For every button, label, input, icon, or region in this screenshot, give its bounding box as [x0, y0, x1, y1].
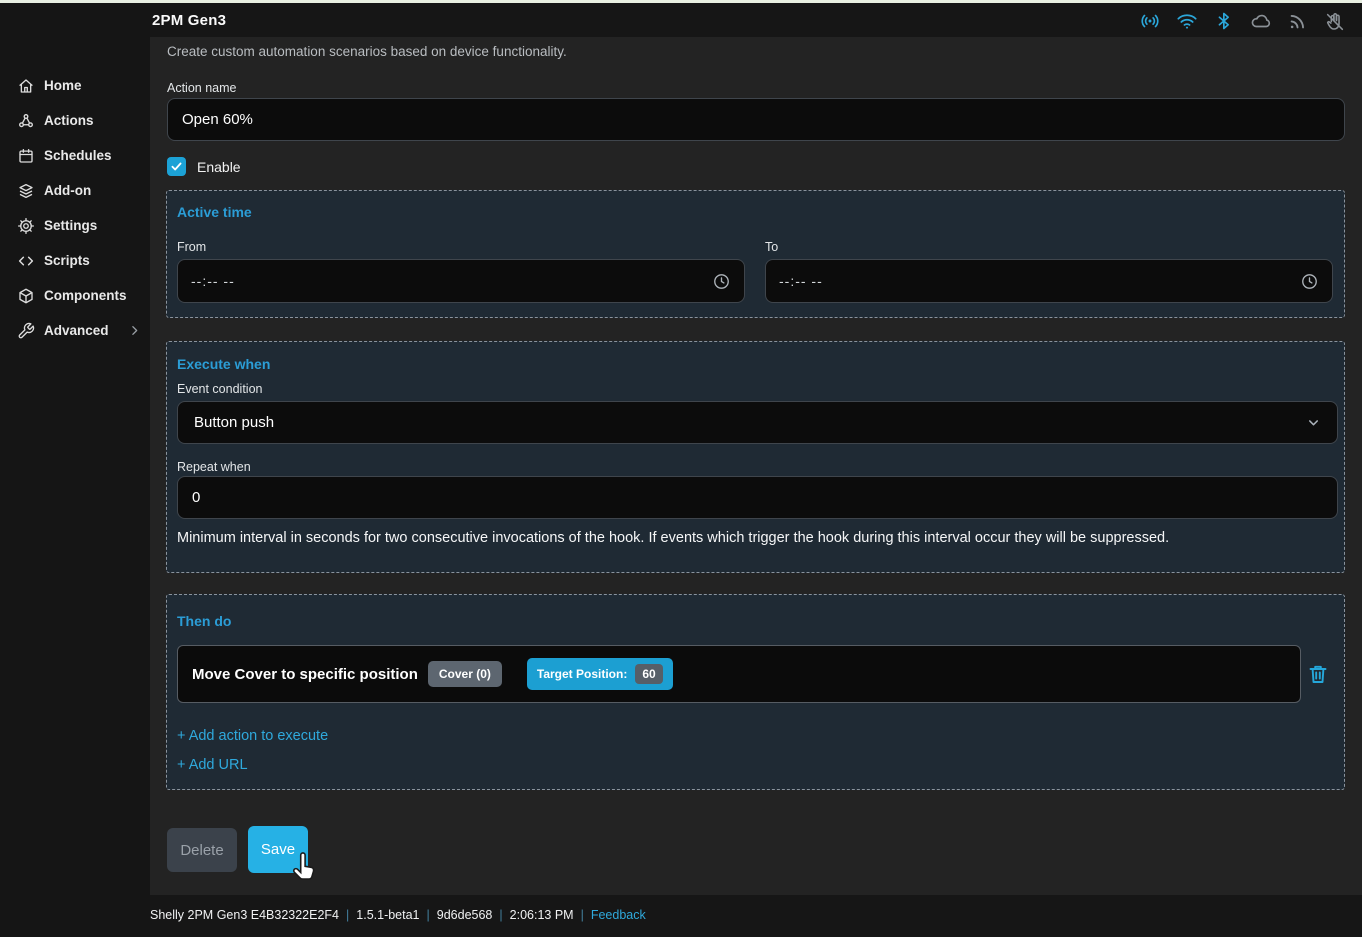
add-url-link[interactable]: + Add URL	[177, 757, 248, 773]
browser-edge-strip	[0, 0, 1362, 3]
delete-button[interactable]: Delete	[167, 828, 237, 872]
target-position-badge-label: Target Position:	[537, 667, 627, 681]
repeat-when-input[interactable]: 0	[177, 476, 1338, 519]
repeat-when-value: 0	[192, 489, 200, 506]
sidebar-item-actions[interactable]: Actions	[0, 103, 150, 138]
sidebar-nav: Home Actions Schedules	[0, 68, 150, 348]
enable-label: Enable	[197, 159, 241, 175]
action-name-label: Action name	[167, 81, 236, 95]
clock-icon[interactable]	[1300, 272, 1319, 291]
action-name-input[interactable]: Open 60%	[167, 98, 1345, 141]
page-title: 2PM Gen3	[152, 12, 226, 29]
touch-disabled-icon	[1324, 10, 1346, 32]
chevron-right-icon	[128, 324, 141, 337]
from-label: From	[177, 240, 745, 254]
footer: Shelly 2PM Gen3 E4B32322E2F4 | 1.5.1-bet…	[150, 908, 646, 922]
to-time-input[interactable]: --:-- --	[765, 259, 1333, 303]
action-row-label: Move Cover to specific position	[192, 666, 418, 683]
wrench-icon	[17, 322, 35, 340]
code-icon	[17, 252, 35, 270]
trash-icon	[1306, 662, 1330, 686]
enable-row: Enable	[167, 157, 241, 176]
check-icon	[170, 160, 183, 173]
bluetooth-icon	[1213, 10, 1235, 32]
sidebar-item-label: Components	[44, 288, 127, 303]
sidebar-item-addon[interactable]: Add-on	[0, 173, 150, 208]
gear-icon	[17, 217, 35, 235]
sidebar-item-scripts[interactable]: Scripts	[0, 243, 150, 278]
sidebar-item-settings[interactable]: Settings	[0, 208, 150, 243]
sidebar-item-components[interactable]: Components	[0, 278, 150, 313]
repeat-when-label: Repeat when	[177, 460, 251, 474]
from-time-input[interactable]: --:-- --	[177, 259, 745, 303]
footer-separator: |	[346, 908, 349, 922]
status-icon-bar	[1139, 10, 1346, 32]
sidebar-item-schedules[interactable]: Schedules	[0, 138, 150, 173]
sidebar: Home Actions Schedules	[0, 3, 150, 937]
then-do-section: Then do Move Cover to specific position …	[166, 594, 1345, 790]
then-do-title: Then do	[177, 613, 231, 629]
page-subtitle: Create custom automation scenarios based…	[167, 44, 567, 59]
sidebar-item-label: Scripts	[44, 253, 90, 268]
footer-device: Shelly 2PM Gen3 E4B32322E2F4	[150, 908, 339, 922]
active-time-title: Active time	[177, 204, 252, 220]
execute-when-section: Execute when Event condition Button push…	[166, 341, 1345, 573]
save-button[interactable]: Save	[248, 826, 308, 873]
to-label: To	[765, 240, 1333, 254]
sidebar-item-label: Settings	[44, 218, 97, 233]
target-position-badge[interactable]: Target Position: 60	[527, 658, 673, 690]
wifi-icon	[1176, 10, 1198, 32]
sidebar-item-label: Add-on	[44, 183, 91, 198]
target-position-value: 60	[635, 664, 662, 684]
active-time-section: Active time From --:-- -- To --:-- --	[166, 190, 1345, 318]
chevron-down-icon	[1306, 415, 1321, 430]
layers-icon	[17, 182, 35, 200]
event-condition-label: Event condition	[177, 382, 262, 396]
components-icon	[17, 287, 35, 305]
delete-action-button[interactable]	[1306, 662, 1330, 686]
sidebar-item-advanced[interactable]: Advanced	[0, 313, 150, 348]
footer-build: 9d6de568	[437, 908, 493, 922]
then-do-action-row[interactable]: Move Cover to specific position Cover (0…	[177, 645, 1301, 703]
footer-time: 2:06:13 PM	[510, 908, 574, 922]
to-time-value: --:-- --	[779, 273, 1300, 289]
footer-version: 1.5.1-beta1	[356, 908, 419, 922]
footer-separator: |	[581, 908, 584, 922]
feedback-link[interactable]: Feedback	[591, 908, 646, 922]
footer-separator: |	[427, 908, 430, 922]
sidebar-item-label: Actions	[44, 113, 94, 128]
add-action-link[interactable]: + Add action to execute	[177, 728, 328, 744]
repeat-when-help: Minimum interval in seconds for two cons…	[177, 530, 1327, 546]
action-name-value: Open 60%	[182, 111, 253, 128]
cloud-icon	[1250, 10, 1272, 32]
actions-icon	[17, 112, 35, 130]
mqtt-icon	[1287, 10, 1309, 32]
enable-checkbox[interactable]	[167, 157, 186, 176]
calendar-icon	[17, 147, 35, 165]
home-icon	[17, 77, 35, 95]
event-condition-value: Button push	[194, 414, 1306, 431]
event-condition-select[interactable]: Button push	[177, 401, 1338, 444]
from-time-value: --:-- --	[191, 273, 712, 289]
execute-when-title: Execute when	[177, 356, 270, 372]
cover-badge: Cover (0)	[428, 661, 502, 687]
sidebar-item-label: Advanced	[44, 323, 109, 338]
sidebar-item-label: Home	[44, 78, 82, 93]
clock-icon[interactable]	[712, 272, 731, 291]
sidebar-item-label: Schedules	[44, 148, 112, 163]
ap-icon	[1139, 10, 1161, 32]
sidebar-item-home[interactable]: Home	[0, 68, 150, 103]
footer-separator: |	[499, 908, 502, 922]
